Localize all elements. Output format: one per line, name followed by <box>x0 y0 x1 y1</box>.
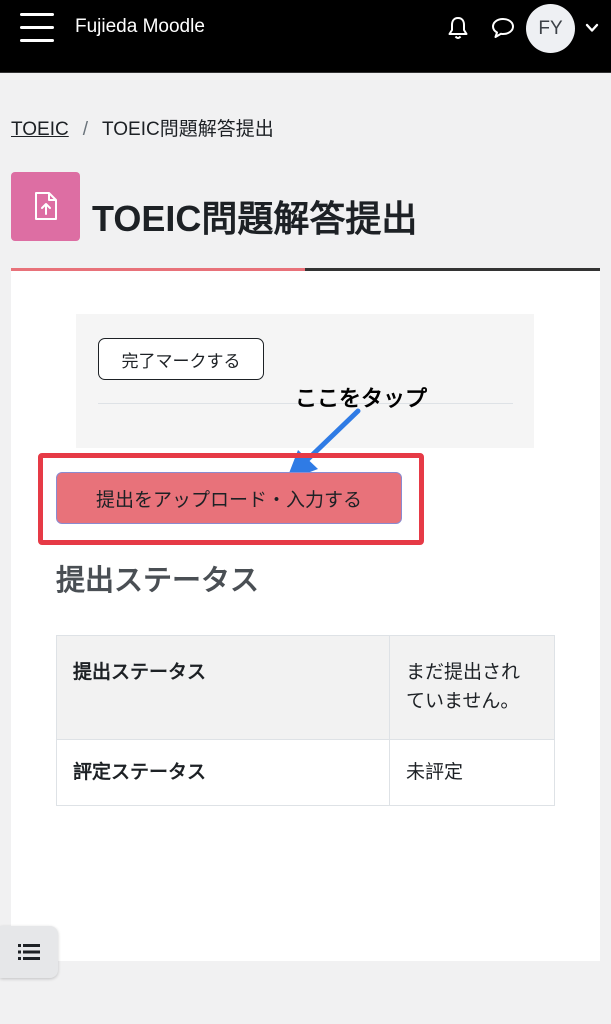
menu-icon[interactable] <box>20 13 54 43</box>
submission-status-table: 提出ステータス まだ提出されていません。 評定ステータス 未評定 <box>56 635 555 807</box>
top-navbar: Fujieda Moodle FY <box>0 0 611 73</box>
chat-icon[interactable] <box>490 16 516 40</box>
assignment-upload-icon <box>11 172 80 241</box>
tab-divider <box>305 268 600 271</box>
status-label: 提出ステータス <box>56 635 390 740</box>
active-tab-indicator <box>11 268 305 271</box>
chevron-down-icon[interactable] <box>585 22 599 34</box>
table-row: 提出ステータス まだ提出されていません。 <box>56 635 555 740</box>
breadcrumb-separator: / <box>82 119 88 140</box>
status-label: 評定ステータス <box>56 738 390 807</box>
course-index-toggle[interactable] <box>0 926 58 978</box>
mark-as-done-button[interactable]: 完了マークする <box>98 338 264 380</box>
table-row: 評定ステータス 未評定 <box>56 738 555 807</box>
upload-submission-button[interactable]: 提出をアップロード・入力する <box>56 472 402 524</box>
avatar[interactable]: FY <box>526 4 575 53</box>
status-value: まだ提出されていません。 <box>389 635 555 740</box>
breadcrumb: TOEIC / TOEIC問題解答提出 <box>11 114 274 141</box>
breadcrumb-current: TOEIC問題解答提出 <box>102 119 274 140</box>
site-name[interactable]: Fujieda Moodle <box>75 16 205 38</box>
status-value: 未評定 <box>389 738 555 807</box>
list-icon <box>18 944 40 960</box>
bell-icon[interactable] <box>446 15 470 41</box>
page-title: TOEIC問題解答提出 <box>92 198 418 239</box>
section-heading: 提出ステータス <box>56 563 260 597</box>
breadcrumb-link-course[interactable]: TOEIC <box>11 119 69 140</box>
